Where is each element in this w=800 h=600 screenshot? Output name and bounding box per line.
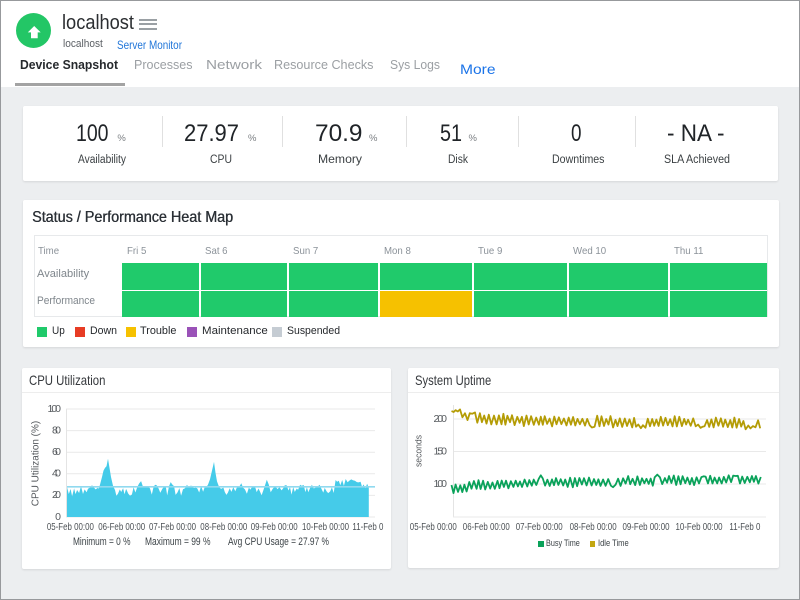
- svg-text:100: 100: [434, 478, 448, 490]
- svg-text:11-Feb 0: 11-Feb 0: [352, 521, 383, 533]
- svg-text:08-Feb 00:00: 08-Feb 00:00: [570, 521, 617, 533]
- svg-text:80: 80: [52, 424, 61, 436]
- svg-text:seconds: seconds: [414, 435, 425, 467]
- svg-text:150: 150: [434, 445, 448, 457]
- svg-text:100: 100: [48, 403, 62, 415]
- svg-text:11-Feb 0: 11-Feb 0: [729, 521, 760, 533]
- svg-text:06-Feb 00:00: 06-Feb 00:00: [463, 521, 510, 533]
- svg-text:08-Feb 00:00: 08-Feb 00:00: [200, 521, 247, 533]
- svg-text:10-Feb 00:00: 10-Feb 00:00: [676, 521, 723, 533]
- svg-text:07-Feb 00:00: 07-Feb 00:00: [149, 521, 196, 533]
- svg-text:05-Feb 00:00: 05-Feb 00:00: [410, 521, 457, 533]
- svg-text:CPU Utilization (%): CPU Utilization (%): [31, 421, 42, 506]
- svg-text:05-Feb 00:00: 05-Feb 00:00: [47, 521, 94, 533]
- svg-text:40: 40: [52, 468, 61, 480]
- svg-text:06-Feb 00:00: 06-Feb 00:00: [98, 521, 145, 533]
- svg-text:07-Feb 00:00: 07-Feb 00:00: [516, 521, 563, 533]
- svg-text:09-Feb 00:00: 09-Feb 00:00: [623, 521, 670, 533]
- svg-text:20: 20: [52, 489, 61, 501]
- svg-text:200: 200: [434, 413, 448, 425]
- svg-text:60: 60: [52, 446, 61, 458]
- svg-text:09-Feb 00:00: 09-Feb 00:00: [251, 521, 298, 533]
- svg-text:10-Feb 00:00: 10-Feb 00:00: [302, 521, 349, 533]
